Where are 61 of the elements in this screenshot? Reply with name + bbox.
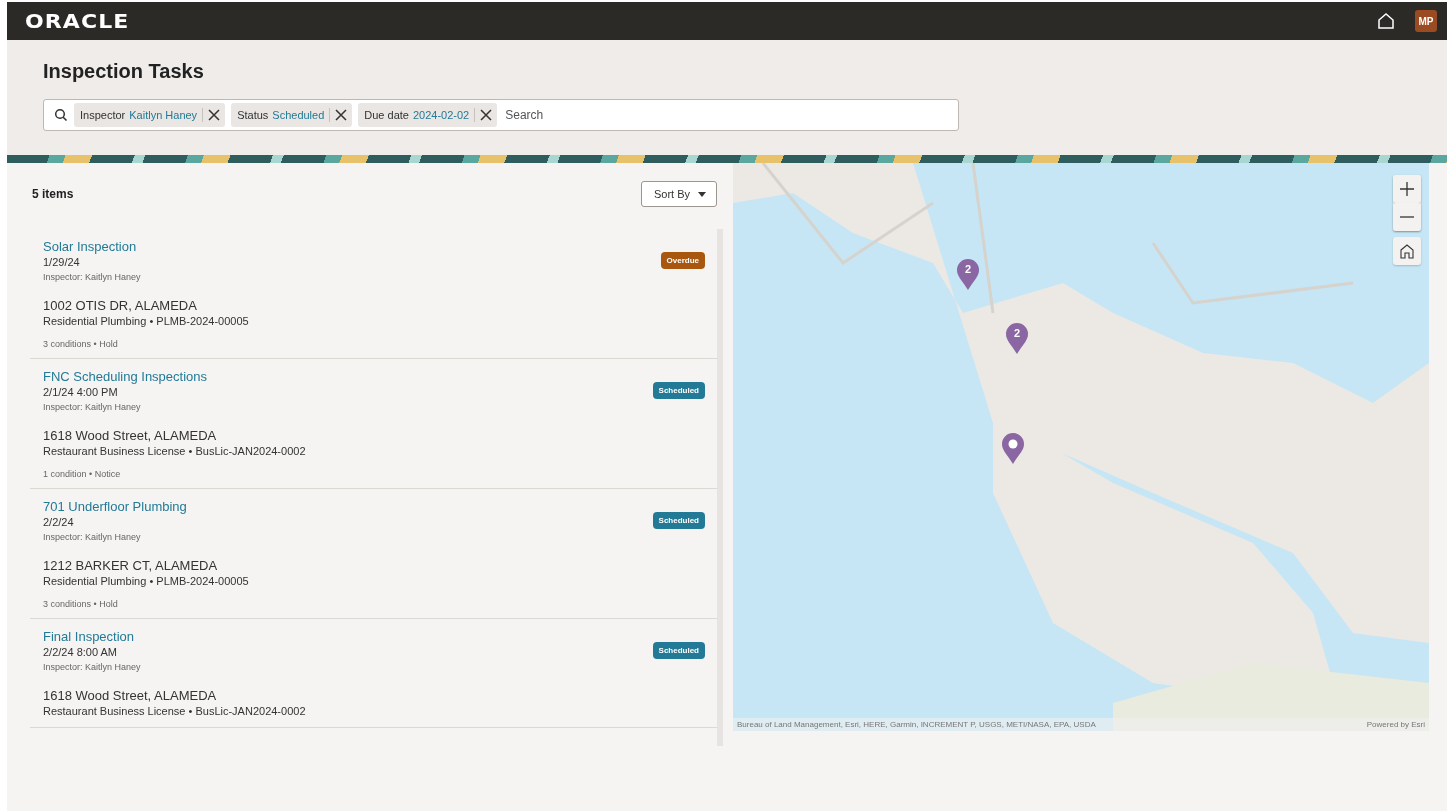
- task-address: 1618 Wood Street, ALAMEDA: [43, 427, 217, 444]
- task-address: 1212 BARKER CT, ALAMEDA: [43, 557, 218, 574]
- task-date: 2/2/24 8:00 AM: [43, 645, 117, 660]
- filter-label: Inspector: [80, 109, 126, 121]
- status-badge: Scheduled: [652, 512, 705, 529]
- filter-chip[interactable]: Due date 2024-02-02: [358, 103, 498, 127]
- cluster-count: 2: [963, 263, 973, 275]
- zoom-out-button[interactable]: [1393, 203, 1421, 231]
- close-icon: [208, 109, 221, 121]
- search-icon: [54, 108, 68, 122]
- task-inspector: Inspector: Kaitlyn Haney: [43, 661, 141, 674]
- cluster-marker[interactable]: 2: [956, 259, 980, 291]
- task-record: Restaurant Business License • BusLic-JAN2024-0002: [43, 444, 306, 459]
- task-date: 2/2/24: [43, 515, 74, 530]
- task-conditions: 3 conditions • Hold: [43, 598, 118, 610]
- task-inspector: Inspector: Kaitlyn Haney: [43, 271, 141, 284]
- task-address: 1618 Wood Street, ALAMEDA: [43, 687, 217, 704]
- task-address: 1002 OTIS DR, ALAMEDA: [43, 297, 197, 314]
- filter-value: Scheduled: [272, 109, 325, 121]
- task-title-link[interactable]: FNC Scheduling Inspections: [43, 368, 208, 385]
- filter-label: Due date: [364, 109, 409, 121]
- task-record: Restaurant Business License • BusLic-JAN2024-0002: [43, 704, 306, 719]
- status-badge: Scheduled: [652, 382, 705, 399]
- task-title-link[interactable]: Solar Inspection: [43, 238, 137, 255]
- page-title: Inspection Tasks: [43, 60, 205, 83]
- filter-chip[interactable]: Inspector Kaitlyn Haney: [74, 103, 226, 127]
- task-inspector: Inspector: Kaitlyn Haney: [43, 531, 141, 544]
- user-avatar[interactable]: MP: [1415, 10, 1437, 32]
- zoom-in-button[interactable]: [1393, 175, 1421, 203]
- oracle-logo[interactable]: ORACLE: [25, 9, 130, 33]
- task-record: Residential Plumbing • PLMB-2024-00005: [43, 314, 249, 329]
- cluster-marker[interactable]: 2: [1005, 323, 1029, 355]
- task-date: 2/1/24 4:00 PM: [43, 385, 118, 400]
- cluster-count: 2: [1012, 327, 1022, 339]
- task-conditions: 3 conditions • Hold: [43, 338, 118, 350]
- status-badge: Overdue: [660, 252, 705, 269]
- home-icon: [1399, 243, 1415, 259]
- task-title-link[interactable]: 701 Underfloor Plumbing: [43, 498, 187, 515]
- default-extent-button[interactable]: [1393, 237, 1421, 265]
- task-record: Residential Plumbing • PLMB-2024-00005: [43, 574, 249, 589]
- powered-by-link[interactable]: Powered by Esri: [1366, 720, 1425, 729]
- sort-by-button[interactable]: Sort By: [640, 181, 717, 207]
- search-field[interactable]: Search: [503, 107, 954, 123]
- task-inspector: Inspector: Kaitlyn Haney: [43, 401, 141, 414]
- plus-icon: [1400, 182, 1414, 196]
- status-badge: Scheduled: [652, 642, 705, 659]
- minus-icon: [1400, 216, 1414, 218]
- close-icon: [480, 109, 493, 121]
- filter-value: Kaitlyn Haney: [129, 109, 198, 121]
- filter-label: Status: [237, 109, 269, 121]
- map-attribution: Bureau of Land Management, Esri, HERE, Garmin, INCREMENT P, USGS, METI/NASA, EPA, USDA: [737, 720, 1096, 729]
- item-count: 5 items: [32, 187, 74, 201]
- caret-down-icon: [698, 191, 706, 197]
- location-pin[interactable]: [1001, 433, 1025, 465]
- task-conditions: 1 condition • Notice: [43, 468, 121, 480]
- task-date: 1/29/24: [43, 255, 80, 270]
- filter-value: 2024-02-02: [412, 109, 470, 121]
- task-title-link[interactable]: Final Inspection: [43, 628, 135, 645]
- home-icon[interactable]: [1377, 12, 1395, 30]
- close-icon: [335, 109, 348, 121]
- filter-chip[interactable]: Status Scheduled: [231, 103, 353, 127]
